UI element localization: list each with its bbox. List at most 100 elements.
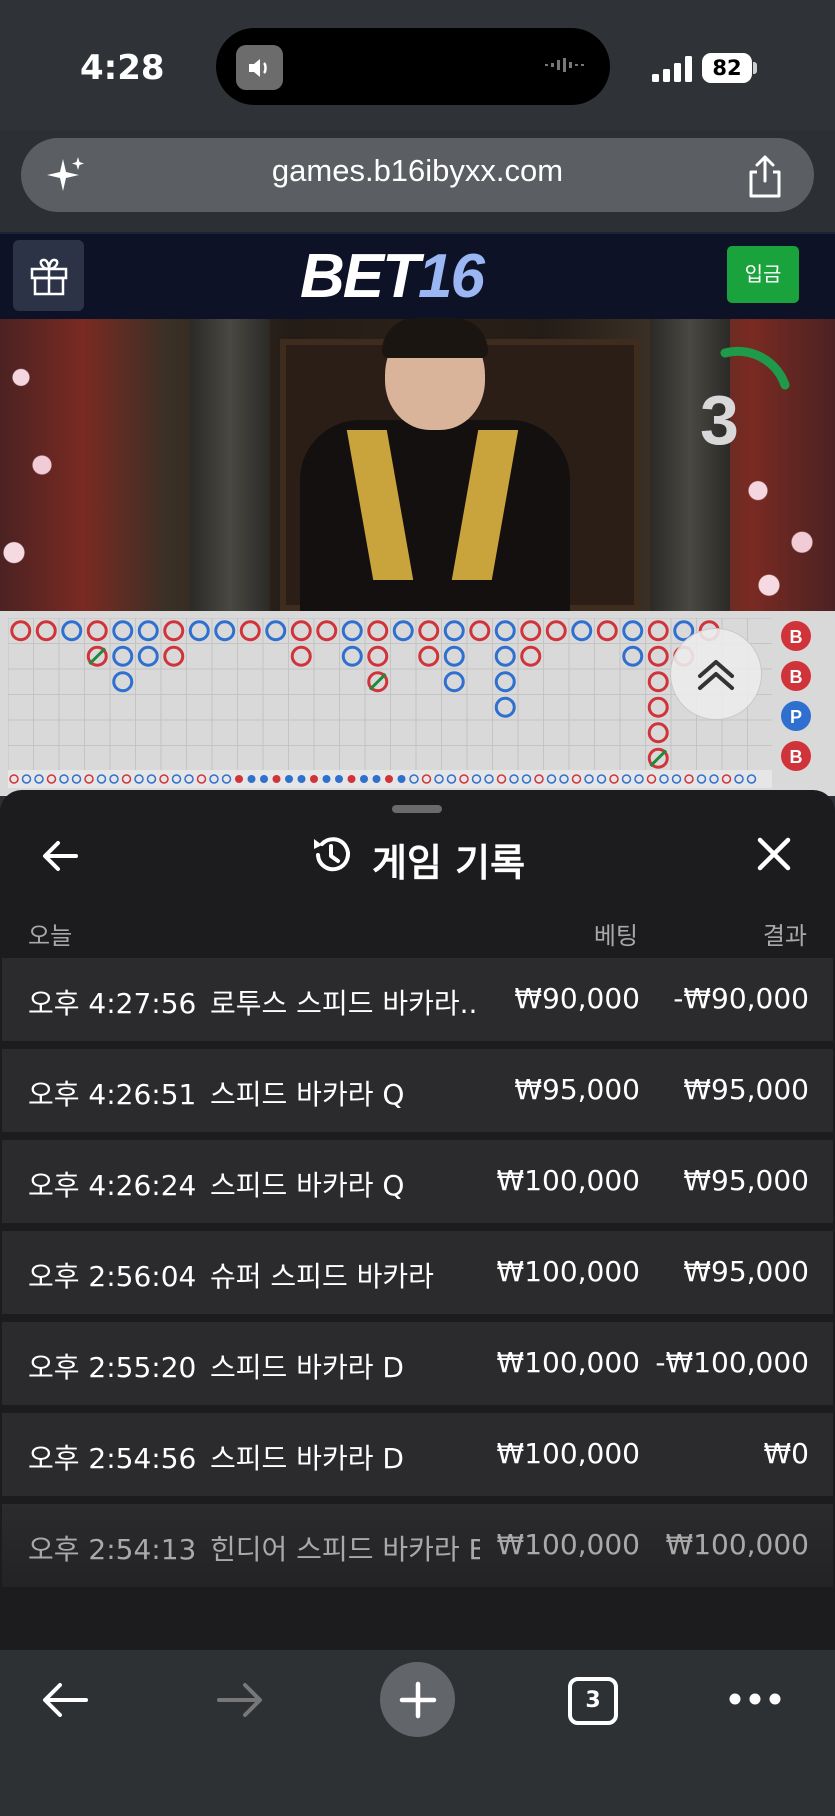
gift-button[interactable]: [13, 240, 84, 311]
row-bet: ₩100,000: [496, 1346, 640, 1379]
bead-label: B: [790, 667, 803, 687]
history-row[interactable]: 오후 4:26:24 스피드 바카라 Q ₩100,000 ₩95,000: [2, 1140, 833, 1223]
row-bet: ₩100,000: [496, 1164, 640, 1197]
derived-road-mark: [347, 775, 356, 783]
derived-road-strip: [8, 770, 772, 788]
player-mark: [494, 671, 516, 693]
player-mark: [494, 696, 516, 718]
banker-mark: [647, 722, 669, 744]
cellular-signal-icon: [652, 56, 692, 82]
player-mark: [188, 620, 210, 642]
row-time: 오후 4:26:24: [28, 1169, 197, 1202]
player-mark: [61, 620, 83, 642]
history-row[interactable]: 오후 4:26:51 스피드 바카라 Q ₩95,000 ₩95,000: [2, 1049, 833, 1132]
history-row[interactable]: 오후 2:54:56 스피드 바카라 D ₩100,000 ₩0: [2, 1413, 833, 1496]
gift-icon: [30, 258, 67, 295]
player-mark: [265, 620, 287, 642]
player-mark: [392, 620, 414, 642]
speaker-icon: [236, 45, 283, 90]
banker-mark: [290, 620, 312, 642]
player-mark: [443, 645, 465, 667]
row-result: ₩95,000: [683, 1255, 809, 1288]
row-bet: ₩100,000: [496, 1255, 640, 1288]
history-row[interactable]: 오후 4:27:56 로투스 스피드 바카라... ₩90,000 -₩90,0…: [2, 958, 833, 1041]
deposit-button[interactable]: 입금: [727, 246, 799, 303]
banker-mark: [239, 620, 261, 642]
row-bet: ₩100,000: [496, 1437, 640, 1470]
blossom-decoration: [725, 439, 835, 611]
bead-label: P: [790, 707, 802, 727]
more-icon[interactable]: [727, 1688, 783, 1710]
derived-road-mark: [260, 775, 268, 783]
row-game: 스피드 바카라 Q: [210, 1169, 405, 1202]
player-mark: [622, 620, 644, 642]
history-row[interactable]: 오후 2:54:13 힌디어 스피드 바카라 B ₩100,000 ₩100,0…: [2, 1504, 833, 1587]
close-icon[interactable]: [754, 834, 794, 874]
share-icon[interactable]: [745, 155, 785, 199]
tabs-button[interactable]: 3: [568, 1677, 618, 1725]
pillar-left: [190, 319, 270, 611]
row-game: 로투스 스피드 바카라...: [210, 987, 480, 1020]
banker-mark: [418, 620, 440, 642]
battery-tip: [753, 62, 757, 74]
row-time: 오후 2:54:56: [28, 1442, 197, 1475]
browser-back-icon[interactable]: [40, 1678, 90, 1722]
row-time: 오후 2:54:13: [28, 1533, 197, 1566]
player-mark: [214, 620, 236, 642]
player-mark: [494, 645, 516, 667]
row-time: 오후 2:55:20: [28, 1351, 197, 1384]
row-bet: ₩100,000: [496, 1528, 640, 1561]
row-bet: ₩90,000: [514, 982, 640, 1015]
row-time: 오후 4:27:56: [28, 987, 197, 1020]
bead-label: B: [790, 747, 803, 767]
status-time: 4:28: [80, 48, 165, 88]
blossom-decoration: [0, 319, 70, 611]
banker-mark: [35, 620, 57, 642]
sheet-grabber[interactable]: [392, 805, 442, 813]
history-icon: [314, 837, 350, 872]
derived-road-mark: [310, 775, 318, 783]
player-mark: [494, 620, 516, 642]
row-game: 슈퍼 스피드 바카라: [210, 1260, 434, 1293]
row-bet: ₩95,000: [514, 1073, 640, 1106]
derived-road-mark: [397, 775, 406, 783]
expand-roadmap-button[interactable]: [670, 628, 762, 720]
audio-wave-icon: [545, 58, 584, 72]
row-game: 스피드 바카라 Q: [210, 1078, 405, 1111]
dealer-hair: [382, 318, 488, 358]
player-mark: [341, 645, 363, 667]
derived-road-mark: [322, 775, 331, 783]
banker-mark: [647, 696, 669, 718]
column-header-today: 오늘: [28, 922, 73, 950]
banker-mark: [316, 620, 338, 642]
back-arrow-icon[interactable]: [40, 832, 80, 880]
history-row[interactable]: 오후 2:56:04 슈퍼 스피드 바카라 ₩100,000 ₩95,000: [2, 1231, 833, 1314]
banker-mark: [163, 620, 185, 642]
banker-mark: [86, 620, 108, 642]
derived-road-mark: [235, 775, 243, 783]
big-road-grid: [8, 618, 772, 770]
banker-mark: [520, 620, 542, 642]
logo-number: 16: [418, 242, 485, 311]
site-logo[interactable]: BET16: [300, 242, 540, 312]
new-tab-button[interactable]: [380, 1662, 455, 1737]
banker-mark: [290, 645, 312, 667]
history-row[interactable]: 오후 2:55:20 스피드 바카라 D ₩100,000 -₩100,000: [2, 1322, 833, 1405]
bead-label: B: [790, 627, 803, 647]
double-chevron-up-icon: [698, 660, 734, 690]
row-game: 스피드 바카라 D: [210, 1442, 404, 1475]
browser-forward-icon[interactable]: [215, 1678, 265, 1722]
player-mark: [112, 620, 134, 642]
player-mark: [622, 645, 644, 667]
derived-road-mark: [272, 775, 281, 783]
url-text[interactable]: games.b16ibyxx.com: [0, 153, 835, 189]
row-result: ₩0: [763, 1437, 810, 1470]
banker-mark: [10, 620, 32, 642]
derived-road-mark: [285, 775, 293, 783]
player-mark: [112, 671, 134, 693]
row-result: ₩100,000: [665, 1528, 809, 1561]
player-mark: [341, 620, 363, 642]
banker-mark: [367, 620, 389, 642]
derived-road-mark: [247, 775, 256, 783]
banker-mark: [418, 645, 440, 667]
